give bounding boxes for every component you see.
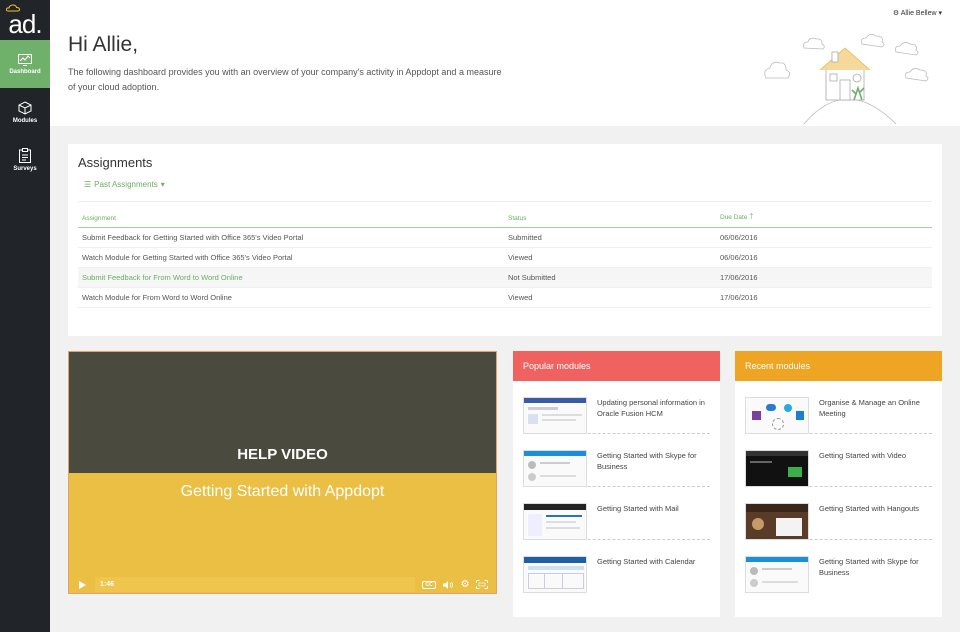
assignments-table: Assignment Status Due Date 🡑 Submit Feed… [78, 209, 932, 308]
popular-modules-panel: Popular modules Updating personal inform… [513, 351, 720, 617]
column-header-due-date[interactable]: Due Date 🡑 [720, 211, 932, 225]
module-item[interactable]: Getting Started with Hangouts [745, 487, 932, 540]
sidebar-item-label: Dashboard [9, 68, 41, 75]
list-icon: ☰ [84, 180, 92, 189]
module-item[interactable]: Getting Started with Skype for Business [523, 434, 710, 487]
module-title[interactable]: Getting Started with Calendar [597, 556, 695, 593]
module-thumbnail [745, 397, 809, 434]
video-subtitle: Getting Started with Appdopt [180, 483, 385, 500]
column-header-assignment[interactable]: Assignment [78, 215, 506, 222]
user-name: Allie Bellew [900, 10, 937, 17]
module-title[interactable]: Getting Started with Hangouts [819, 503, 919, 539]
sidebar: ad. Dashboard Modules Surveys [0, 0, 50, 632]
cube-icon [18, 100, 32, 115]
status-cell: Submitted [508, 233, 542, 242]
divider [78, 201, 932, 202]
sidebar-item-dashboard[interactable]: Dashboard [0, 40, 50, 88]
assignment-cell: Watch Module for Getting Started with Of… [82, 253, 293, 262]
status-cell: Not Submitted [508, 273, 556, 282]
assignment-cell: Watch Module for From Word to Word Onlin… [82, 293, 232, 302]
column-header-status[interactable]: Status [506, 215, 720, 222]
video-time: 1:46 [100, 581, 115, 588]
intro-text: The following dashboard provides you wit… [68, 67, 502, 92]
assignments-panel: Assignments ☰ Past Assignments ▾ Assignm… [68, 144, 942, 336]
gear-icon: ⚙ [892, 10, 900, 17]
table-row: Watch Module for Getting Started with Of… [78, 248, 932, 268]
popular-modules-title: Popular modules [513, 351, 720, 381]
module-item[interactable]: Organise & Manage an Online Meeting [745, 381, 932, 434]
caret-down-icon: ▾ [160, 180, 165, 189]
help-video-player[interactable]: HELP VIDEO Getting Started with Appdopt … [68, 351, 497, 594]
past-assignments-dropdown[interactable]: ☰ Past Assignments ▾ [84, 180, 165, 189]
due-date-cell: 17/06/2016 [720, 293, 758, 302]
column-header-label: Due Date [720, 214, 748, 221]
due-date-cell: 06/06/2016 [720, 233, 758, 242]
status-cell: Viewed [508, 253, 533, 262]
play-icon [78, 580, 86, 589]
due-date-cell: 06/06/2016 [720, 253, 758, 262]
module-thumbnail [745, 503, 809, 540]
due-date-cell: 17/06/2016 [720, 273, 758, 282]
sidebar-item-modules[interactable]: Modules [0, 88, 50, 136]
module-thumbnail [523, 397, 587, 434]
video-progress-bar[interactable]: 1:46 [95, 577, 415, 592]
recent-modules-title: Recent modules [735, 351, 942, 381]
module-thumbnail [523, 503, 587, 540]
module-title[interactable]: Getting Started with Skype for Business [597, 450, 710, 486]
settings-gear-icon[interactable]: ⚙ [461, 579, 470, 590]
closed-captions-button[interactable]: CC [422, 580, 436, 589]
table-row: Submit Feedback for From Word to Word On… [78, 268, 932, 288]
recent-modules-panel: Recent modules Organise & Manage an Onli… [735, 351, 942, 617]
module-title[interactable]: Updating personal information in Oracle … [597, 397, 710, 433]
volume-icon[interactable] [442, 580, 454, 589]
past-assignments-label: Past Assignments [94, 180, 158, 189]
sidebar-item-label: Modules [12, 117, 38, 124]
video-control-icons: CC ⚙ [415, 579, 496, 590]
module-thumbnail [523, 450, 587, 487]
app-logo[interactable]: ad. [0, 0, 50, 40]
module-thumbnail [745, 450, 809, 487]
module-title[interactable]: Getting Started with Skype for Business [819, 556, 932, 593]
assignment-cell: Submit Feedback for Getting Started with… [82, 233, 304, 242]
module-thumbnail [523, 556, 587, 593]
module-title[interactable]: Getting Started with Mail [597, 503, 679, 539]
video-controls: 1:46 CC ⚙ [69, 576, 496, 593]
caret-down-icon: ▾ [938, 10, 942, 17]
table-row: Submit Feedback for Getting Started with… [78, 228, 932, 248]
assignments-title: Assignments [78, 155, 153, 170]
page-title: Hi Allie, [68, 33, 139, 56]
cloud-logo-icon [6, 4, 20, 12]
assignment-link[interactable]: Submit Feedback for From Word to Word On… [78, 273, 506, 282]
table-header: Assignment Status Due Date 🡑 [78, 209, 932, 228]
logo-text: ad. [8, 8, 42, 39]
clipboard-icon [19, 148, 31, 163]
module-item[interactable]: Updating personal information in Oracle … [523, 381, 710, 434]
module-item[interactable]: Getting Started with Mail [523, 487, 710, 540]
dashboard-icon [18, 53, 32, 66]
dashboard-header: ⚙ Allie Bellew ▾ Hi Allie, The following… [50, 0, 960, 126]
module-title[interactable]: Organise & Manage an Online Meeting [819, 397, 932, 433]
sidebar-item-surveys[interactable]: Surveys [0, 136, 50, 184]
sort-arrow-up-icon: 🡑 [749, 212, 754, 221]
table-row: Watch Module for From Word to Word Onlin… [78, 288, 932, 308]
sidebar-item-label: Surveys [13, 166, 37, 172]
fullscreen-icon[interactable] [476, 580, 489, 589]
video-heading: HELP VIDEO [237, 446, 328, 463]
status-cell: Viewed [508, 293, 533, 302]
play-button[interactable] [69, 580, 95, 589]
module-thumbnail [745, 556, 809, 593]
module-title[interactable]: Getting Started with Video [819, 450, 906, 486]
module-item[interactable]: Getting Started with Skype for Business [745, 540, 932, 593]
user-menu[interactable]: ⚙ Allie Bellew ▾ [893, 9, 942, 17]
module-item[interactable]: Getting Started with Calendar [523, 540, 710, 593]
house-illustration [764, 34, 929, 124]
module-item[interactable]: Getting Started with Video [745, 434, 932, 487]
